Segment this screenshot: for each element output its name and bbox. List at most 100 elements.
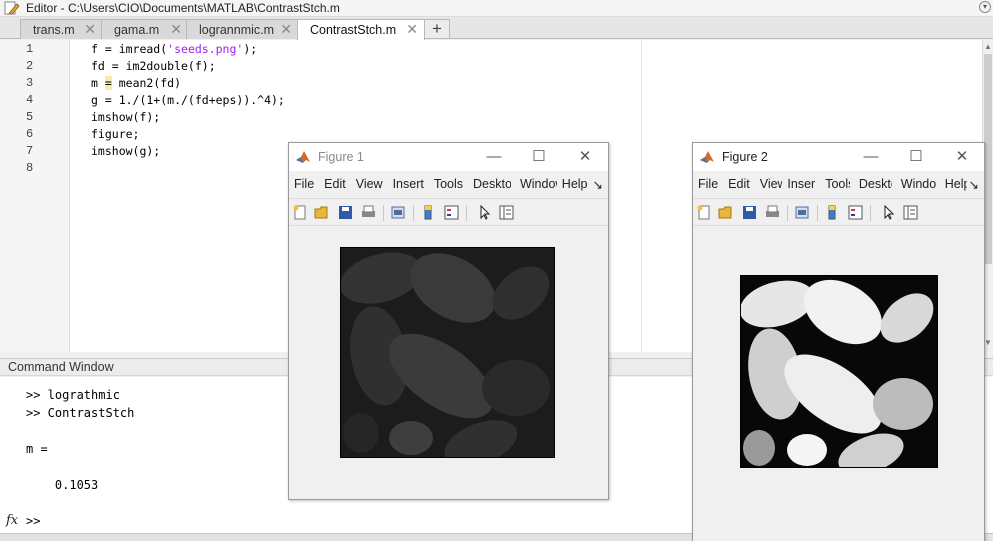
figure-toolbar (289, 198, 608, 226)
code-line: imshow(f); (91, 110, 161, 124)
maximize-icon[interactable]: ☐ (529, 147, 549, 167)
command-output-line: m = (26, 442, 48, 456)
tab-contraststch[interactable]: ContrastStch.m ✕ (297, 19, 425, 40)
command-history-line: >> lograthmic (26, 388, 120, 402)
line-number: 6 (26, 127, 34, 141)
pointer-icon[interactable] (880, 204, 897, 221)
highlighted-token: = (104, 76, 112, 90)
menu-insert[interactable]: Insert (388, 175, 429, 195)
line-number: 4 (26, 93, 34, 107)
menu-file[interactable]: File (693, 175, 723, 195)
colorbar-icon[interactable] (420, 204, 437, 221)
editor-pencil-icon (4, 1, 20, 15)
editor-titlebar: Editor - C:\Users\CIO\Documents\MATLAB\C… (0, 0, 993, 17)
code-line: f = imread('seeds.png'); (91, 42, 258, 56)
legend-icon[interactable] (847, 204, 864, 221)
code-line: g = 1./(1+(m./(fd+eps)).^4); (91, 93, 285, 107)
menu-tools[interactable]: Tools (429, 175, 468, 195)
figure-title: Figure 1 (318, 150, 364, 164)
menu-help[interactable]: Help (557, 175, 593, 195)
command-prompt[interactable]: >> (26, 514, 40, 528)
tab-label: gama.m (114, 22, 160, 37)
figure-toolbar (693, 198, 984, 226)
figure-2-window[interactable]: Figure 2 — ☐ ✕ File Edit View Inser Tool… (692, 142, 985, 541)
link-plot-icon[interactable] (390, 204, 407, 221)
menu-view[interactable]: View (351, 175, 388, 195)
add-tab-button[interactable]: + (424, 19, 450, 39)
close-icon[interactable]: ✕ (406, 21, 418, 38)
menu-file[interactable]: File (289, 175, 319, 195)
menu-edit[interactable]: Edit (319, 175, 351, 195)
matlab-logo-icon (699, 149, 715, 165)
figure-menubar: File Edit View Inser Tools Deskto Window… (693, 175, 984, 195)
figure-1-window[interactable]: Figure 1 — ☐ ✕ File Edit View Insert Too… (288, 142, 609, 500)
line-number-gutter: 1 2 3 4 5 6 7 8 (0, 40, 70, 352)
figure-image-seeds-original (340, 247, 555, 458)
code-line: fd = im2double(f); (91, 59, 216, 73)
property-editor-icon[interactable] (498, 204, 515, 221)
menu-desktop[interactable]: Desktop (468, 175, 511, 195)
line-number: 7 (26, 144, 34, 158)
editor-title: Editor - C:\Users\CIO\Documents\MATLAB\C… (26, 1, 340, 15)
save-icon[interactable] (741, 204, 758, 221)
line-number: 5 (26, 110, 34, 124)
figure-image-seeds-contrast-stretched (740, 275, 938, 468)
tab-label: trans.m (33, 22, 75, 37)
figure-titlebar: Figure 1 — ☐ ✕ (289, 143, 608, 171)
figure-menubar: File Edit View Insert Tools Desktop Wind… (289, 175, 608, 195)
menu-view[interactable]: View (755, 175, 783, 195)
minimize-icon[interactable]: — (861, 147, 881, 167)
command-history-line: >> ContrastStch (26, 406, 135, 420)
command-output-value: 0.1053 (26, 478, 99, 492)
close-icon[interactable]: ✕ (170, 21, 182, 38)
code-line: figure; (91, 127, 140, 141)
string-literal: 'seeds.png' (167, 42, 244, 56)
chevron-down-icon[interactable]: ▾ (979, 1, 991, 13)
new-figure-icon[interactable] (696, 204, 713, 221)
close-icon[interactable]: ✕ (84, 21, 96, 38)
code-line: imshow(g); (91, 144, 161, 158)
close-icon[interactable]: ✕ (280, 21, 292, 38)
editor-tabbar: trans.m ✕ gama.m ✕ logrannmic.m ✕ Contra… (0, 17, 993, 40)
right-margin-line (641, 40, 642, 352)
close-icon[interactable]: ✕ (575, 147, 595, 167)
matlab-logo-icon (295, 149, 311, 165)
function-browser-icon[interactable]: fx (6, 513, 18, 528)
line-number: 3 (26, 76, 34, 90)
menu-overflow-icon[interactable]: ↘ (967, 175, 984, 195)
tab-label: ContrastStch.m (310, 23, 397, 37)
print-icon[interactable] (764, 204, 781, 221)
open-file-icon[interactable] (314, 204, 331, 221)
menu-overflow-icon[interactable]: ↘ (593, 175, 608, 195)
save-icon[interactable] (337, 204, 354, 221)
menu-desktop[interactable]: Deskto (854, 175, 892, 195)
link-plot-icon[interactable] (794, 204, 811, 221)
tab-gama[interactable]: gama.m ✕ (101, 19, 189, 39)
scroll-down-icon[interactable]: ▼ (984, 338, 992, 347)
tab-label: logrannmic.m (199, 22, 275, 37)
scrollbar-thumb[interactable] (984, 54, 992, 264)
menu-window[interactable]: Window (515, 175, 557, 195)
menu-insert[interactable]: Inser (782, 175, 820, 195)
figure-titlebar: Figure 2 — ☐ ✕ (693, 143, 984, 171)
code-line: m = mean2(fd) (91, 76, 182, 90)
menu-tools[interactable]: Tools (820, 175, 850, 195)
maximize-icon[interactable]: ☐ (906, 147, 926, 167)
print-icon[interactable] (360, 204, 377, 221)
legend-icon[interactable] (443, 204, 460, 221)
menu-help[interactable]: Help (940, 175, 967, 195)
new-figure-icon[interactable] (292, 204, 309, 221)
open-file-icon[interactable] (718, 204, 735, 221)
line-number: 1 (26, 42, 34, 56)
line-number: 8 (26, 161, 34, 175)
minimize-icon[interactable]: — (484, 147, 504, 167)
menu-edit[interactable]: Edit (723, 175, 755, 195)
pointer-icon[interactable] (476, 204, 493, 221)
property-editor-icon[interactable] (902, 204, 919, 221)
tab-trans[interactable]: trans.m ✕ (20, 19, 103, 39)
tab-lograthmic[interactable]: logrannmic.m ✕ (186, 19, 299, 39)
close-icon[interactable]: ✕ (952, 147, 972, 167)
scroll-up-icon[interactable]: ▲ (984, 42, 992, 51)
colorbar-icon[interactable] (824, 204, 841, 221)
menu-window[interactable]: Window (896, 175, 936, 195)
